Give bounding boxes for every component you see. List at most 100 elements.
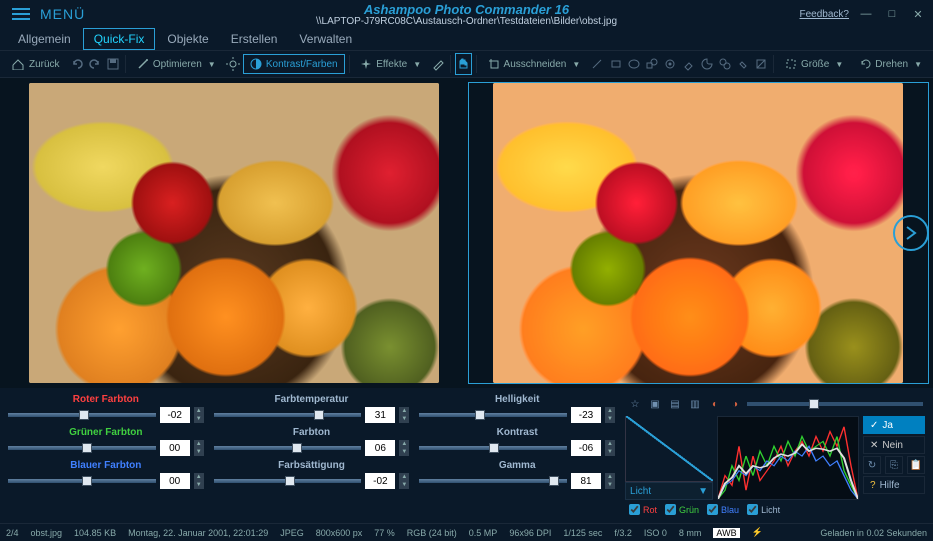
help-button[interactable]: ?Hilfe [863,476,925,494]
sp-icon5[interactable]: ◐ [707,396,723,412]
close-button[interactable]: ✕ [909,6,927,22]
check-licht[interactable]: Licht [747,504,780,515]
spin-down[interactable]: ▼ [399,415,409,423]
slider-contrast[interactable] [419,446,567,450]
rotate-button[interactable]: Drehen▼ [852,54,929,74]
tool-line[interactable] [589,53,605,75]
menu-label[interactable]: MENÜ [40,6,85,22]
fruit-image-left [29,83,439,383]
spin-down[interactable]: ▼ [194,448,204,456]
maximize-button[interactable]: □ [883,6,901,22]
spin-down[interactable]: ▼ [605,415,615,423]
spin-down[interactable]: ▼ [605,481,615,489]
tab-quickfix[interactable]: Quick-Fix [83,28,156,50]
curve-display [625,416,713,482]
slider-red-value[interactable]: -02 [160,407,190,423]
hand-button[interactable] [455,53,472,75]
spin-up[interactable]: ▲ [605,407,615,415]
spin-down[interactable]: ▼ [399,481,409,489]
copy-button[interactable]: ⎘ [885,456,903,474]
check-rot[interactable]: Rot [629,504,657,515]
slider-green-value[interactable]: 00 [160,440,190,456]
tab-objekte[interactable]: Objekte [157,29,218,49]
tool-heal[interactable] [735,53,751,75]
slider-gamma[interactable] [419,479,567,483]
sp-star-icon[interactable]: ☆ [627,396,643,412]
cut-button[interactable]: Ausschneiden▼ [481,54,588,74]
brush-button[interactable] [430,53,446,75]
tool-clone[interactable] [717,53,733,75]
slider-bright-value[interactable]: -23 [571,407,601,423]
spin-up[interactable]: ▲ [399,407,409,415]
main-tabs: Allgemein Quick-Fix Objekte Erstellen Ve… [0,28,933,50]
slider-gamma-value[interactable]: 81 [571,473,601,489]
spin-up[interactable]: ▲ [194,473,204,481]
status-format: JPEG [280,528,304,538]
sp-zoom-slider[interactable] [747,402,923,406]
slider-red[interactable] [8,413,156,417]
tool-gradient[interactable] [753,53,769,75]
sp-icon3[interactable]: ▤ [667,396,683,412]
spin-up[interactable]: ▲ [399,440,409,448]
tab-erstellen[interactable]: Erstellen [221,29,288,49]
slider-temp[interactable] [214,413,362,417]
contrast-button[interactable]: Kontrast/Farben [243,54,345,74]
spin-up[interactable]: ▲ [194,407,204,415]
size-button[interactable]: Größe▼ [778,54,850,74]
hamburger-menu[interactable] [6,3,36,25]
check-blau[interactable]: Blau [707,504,739,515]
undo-button[interactable] [69,53,85,75]
tool-shapes[interactable] [644,53,660,75]
slider-contrast-value[interactable]: -06 [571,440,601,456]
spin-down[interactable]: ▼ [194,415,204,423]
sp-icon4[interactable]: ▥ [687,396,703,412]
optimize-button[interactable]: Optimieren▼ [130,54,223,74]
paste-button[interactable]: 📋 [907,456,925,474]
rotate-label: Drehen [875,59,908,70]
next-image-button[interactable] [893,215,929,251]
status-aperture: f/3.2 [614,528,632,538]
minimize-button[interactable]: — [857,6,875,22]
tool-palette[interactable] [699,53,715,75]
tool-redeye[interactable] [662,53,678,75]
apply-button[interactable]: ✓Ja [863,416,925,434]
spin-up[interactable]: ▲ [605,473,615,481]
check-grun[interactable]: Grün [665,504,699,515]
spin-up[interactable]: ▲ [399,473,409,481]
slider-label-gamma: Gamma [419,460,615,471]
slider-sat-value[interactable]: -02 [365,473,395,489]
tool-ellipse[interactable] [626,53,642,75]
channel-select[interactable]: Licht▼ [625,482,713,500]
status-loadtime: Geladen in 0.02 Sekunden [820,528,927,538]
slider-green[interactable] [8,446,156,450]
tab-allgemein[interactable]: Allgemein [8,29,81,49]
tab-verwalten[interactable]: Verwalten [289,29,362,49]
save-button[interactable] [105,53,121,75]
slider-bright[interactable] [419,413,567,417]
sp-icon2[interactable]: ▣ [647,396,663,412]
spin-up[interactable]: ▲ [605,440,615,448]
cancel-button[interactable]: ✕Nein [863,436,925,454]
redo-button[interactable] [87,53,103,75]
slider-sat[interactable] [214,479,362,483]
slider-hue-value[interactable]: 06 [365,440,395,456]
tool-rect[interactable] [608,53,624,75]
spin-down[interactable]: ▼ [605,448,615,456]
tool-eraser[interactable] [680,53,696,75]
back-button[interactable]: Zurück [4,54,67,74]
status-iso: ISO 0 [644,528,667,538]
slider-hue[interactable] [214,446,362,450]
sp-icon6[interactable]: ◑ [727,396,743,412]
feedback-link[interactable]: Feedback? [800,9,849,20]
spin-down[interactable]: ▼ [399,448,409,456]
spin-up[interactable]: ▲ [194,440,204,448]
slider-blue[interactable] [8,479,156,483]
slider-blue-value[interactable]: 00 [160,473,190,489]
contrast-icon [250,58,262,70]
image-preview[interactable] [468,82,930,384]
reset-button[interactable]: ↻ [863,456,881,474]
spin-down[interactable]: ▼ [194,481,204,489]
slider-temp-value[interactable]: 31 [365,407,395,423]
brightness-button[interactable] [225,53,241,75]
effects-button[interactable]: Effekte▼ [353,54,428,74]
